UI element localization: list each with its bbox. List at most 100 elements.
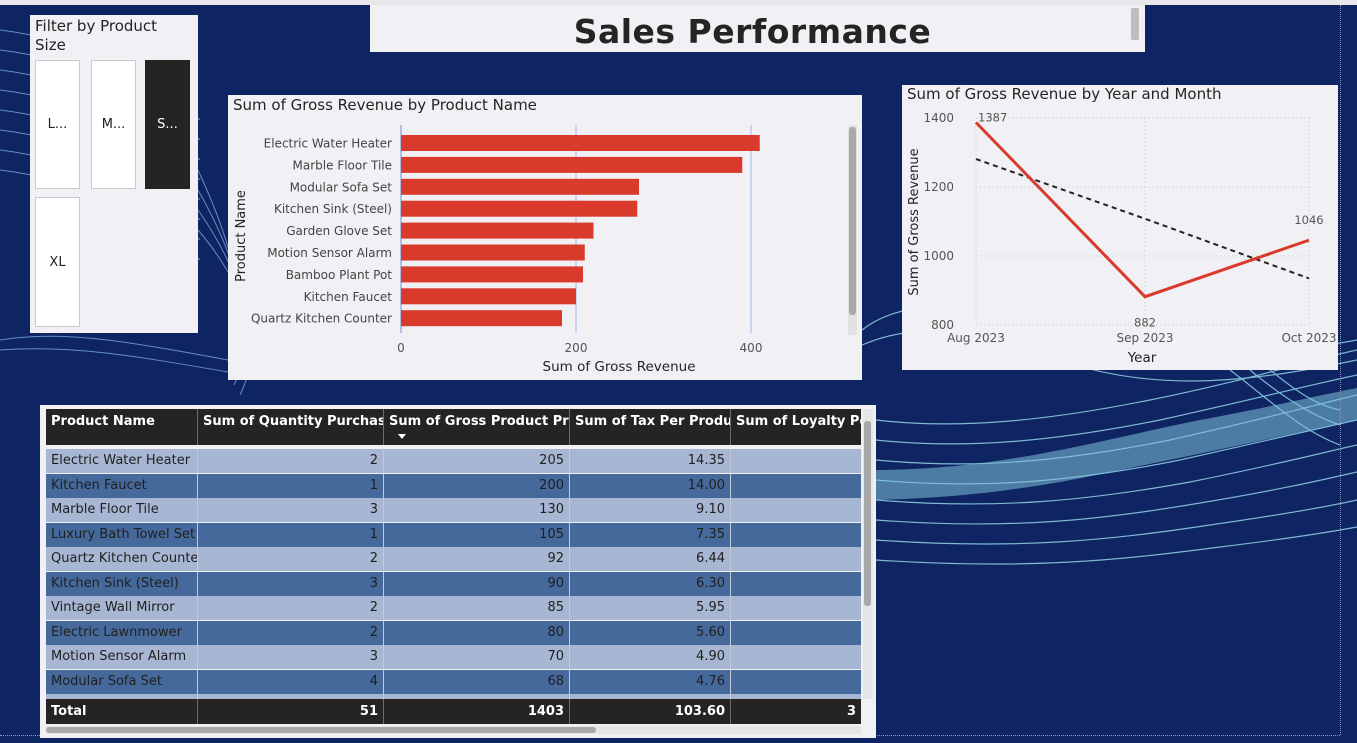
bar-category-label: Bamboo Plant Pot xyxy=(286,268,393,282)
report-title-box: Sales Performance xyxy=(370,5,1145,52)
line-x-axis-title: Year xyxy=(1127,350,1157,366)
series-line xyxy=(974,121,1310,299)
table-row[interactable]: Quartz Kitchen Counter 2 92 6.44 xyxy=(46,547,861,571)
table-row[interactable]: Vintage Wall Mirror 2 85 5.95 xyxy=(46,596,861,620)
cell-gross-price: 200 xyxy=(384,473,570,498)
cell-loyalty xyxy=(731,572,861,596)
bar-mark xyxy=(401,244,585,261)
title-scrollbar[interactable] xyxy=(1131,8,1139,40)
table-row[interactable]: Luxury Bath Towel Set 1 105 7.35 xyxy=(46,522,861,547)
header-product-name[interactable]: Product Name xyxy=(46,409,198,445)
header-tax[interactable]: Sum of Tax Per Product xyxy=(570,409,731,445)
table-vertical-scrollbar[interactable] xyxy=(863,409,873,699)
product-table: Product Name Sum of Quantity Purchased S… xyxy=(46,409,861,724)
table-row[interactable]: Motion Sensor Alarm 3 70 4.90 xyxy=(46,645,861,669)
bar-category-label: Modular Sofa Set xyxy=(290,180,393,194)
cell-product: Electric Water Heater xyxy=(46,449,198,473)
cell-gross-price: 68 xyxy=(384,669,570,694)
bar-category-label: Garden Glove Set xyxy=(286,224,392,238)
cell-gross-price: 80 xyxy=(384,620,570,645)
line-chart-card: Sum of Gross Revenue by Year and Month 8… xyxy=(902,85,1338,370)
slicer-item-m[interactable]: M... xyxy=(91,60,136,189)
header-quantity[interactable]: Sum of Quantity Purchased xyxy=(198,409,384,445)
cell-quantity: 1 xyxy=(198,473,384,498)
total-label: Total xyxy=(46,699,198,724)
table-row[interactable]: Modular Sofa Set 4 68 4.76 xyxy=(46,669,861,694)
table-row[interactable]: Kitchen Faucet 1 200 14.00 xyxy=(46,473,861,498)
cell-quantity: 3 xyxy=(198,498,384,522)
table-row[interactable]: Electric Water Heater 2 205 14.35 xyxy=(46,449,861,473)
canvas-edge-guide xyxy=(1340,5,1341,735)
cell-loyalty xyxy=(731,547,861,571)
bar-category-label: Quartz Kitchen Counter xyxy=(251,312,392,326)
bar-chart: 0 200 400 Electric Water Heater Marble Floor… xyxy=(234,125,857,375)
cell-product: Kitchen Faucet xyxy=(46,473,198,498)
cell-quantity: 2 xyxy=(198,449,384,473)
bar-mark xyxy=(401,266,583,283)
cell-gross-price: 205 xyxy=(384,449,570,473)
line-x-tick-label: Oct 2023 xyxy=(1281,331,1336,345)
line-data-label: 882 xyxy=(1134,316,1156,330)
cell-loyalty xyxy=(731,449,861,473)
line-y-tick-label: 1200 xyxy=(923,180,954,194)
total-tax: 103.60 xyxy=(570,699,731,724)
bar-mark xyxy=(401,288,576,305)
bar-category-label: Motion Sensor Alarm xyxy=(267,246,392,260)
line-chart: 800 1000 1200 1400 Aug 2023 Sep 2023 Oct 2023 1… xyxy=(907,110,1337,366)
table-row[interactable]: Electric Lawnmower 2 80 5.60 xyxy=(46,620,861,645)
bar-mark xyxy=(401,310,562,327)
cell-quantity: 1 xyxy=(198,522,384,547)
bar-category-label: Marble Floor Tile xyxy=(293,158,392,172)
table-horizontal-scrollbar[interactable] xyxy=(46,726,861,734)
cell-product: Vintage Wall Mirror xyxy=(46,596,198,620)
product-size-slicer: Filter by Product Size L... M... S... XL xyxy=(30,15,198,333)
cell-gross-price: 92 xyxy=(384,547,570,571)
cell-product: Luxury Bath Towel Set xyxy=(46,522,198,547)
line-x-tick-label: Aug 2023 xyxy=(947,331,1005,345)
table-row[interactable]: Marble Floor Tile 3 130 9.10 xyxy=(46,498,861,522)
total-loyalty: 3 xyxy=(846,704,856,719)
cell-loyalty xyxy=(731,645,861,669)
line-y-axis-title: Sum of Gross Revenue xyxy=(907,148,922,295)
cell-product: Quartz Kitchen Counter xyxy=(46,547,198,571)
bar-x-tick-label: 400 xyxy=(740,341,763,355)
bar-chart-scroll-thumb xyxy=(849,127,856,315)
cell-quantity: 2 xyxy=(198,596,384,620)
trend-line xyxy=(975,158,1310,280)
cell-product: Modular Sofa Set xyxy=(46,669,198,694)
cell-tax: 6.30 xyxy=(570,571,731,596)
line-y-tick-label: 800 xyxy=(931,318,954,332)
slicer-item-xl[interactable]: XL xyxy=(35,197,80,327)
slicer-item-s[interactable]: S... xyxy=(145,60,190,189)
line-data-label: 1387 xyxy=(978,110,1007,124)
cell-gross-price: 105 xyxy=(384,522,570,547)
table-row[interactable]: Kitchen Sink (Steel) 3 90 6.30 xyxy=(46,571,861,596)
bar-mark xyxy=(401,222,594,239)
cell-tax: 4.76 xyxy=(570,669,731,694)
cell-tax: 5.60 xyxy=(570,620,731,645)
total-gross-price: 1403 xyxy=(384,699,570,724)
cell-product: Motion Sensor Alarm xyxy=(46,645,198,669)
bar-mark xyxy=(401,156,743,173)
header-loyalty[interactable]: Sum of Loyalty Poir xyxy=(731,409,861,445)
cell-product: Electric Lawnmower xyxy=(46,620,198,645)
cell-loyalty xyxy=(731,523,861,547)
cell-loyalty xyxy=(731,621,861,645)
cell-tax: 7.35 xyxy=(570,522,731,547)
cell-loyalty xyxy=(731,596,861,620)
slicer-item-l[interactable]: L... xyxy=(35,60,80,189)
slicer-title: Filter by Product Size xyxy=(35,17,158,54)
bar-category-label: Kitchen Sink (Steel) xyxy=(274,202,392,216)
header-gross-price[interactable]: Sum of Gross Product Price xyxy=(384,409,570,445)
table-horizontal-scroll-thumb[interactable] xyxy=(46,727,596,733)
cell-gross-price: 70 xyxy=(384,645,570,669)
bar-mark xyxy=(401,200,638,217)
sort-descending-icon xyxy=(398,434,406,439)
cell-gross-price: 90 xyxy=(384,571,570,596)
table-vertical-scroll-thumb[interactable] xyxy=(864,421,871,606)
cell-gross-price: 130 xyxy=(384,498,570,522)
bar-x-tick-label: 200 xyxy=(565,341,588,355)
line-x-tick-label: Sep 2023 xyxy=(1117,331,1174,345)
bar-mark xyxy=(401,178,639,195)
bar-category-label: Electric Water Heater xyxy=(264,137,392,151)
